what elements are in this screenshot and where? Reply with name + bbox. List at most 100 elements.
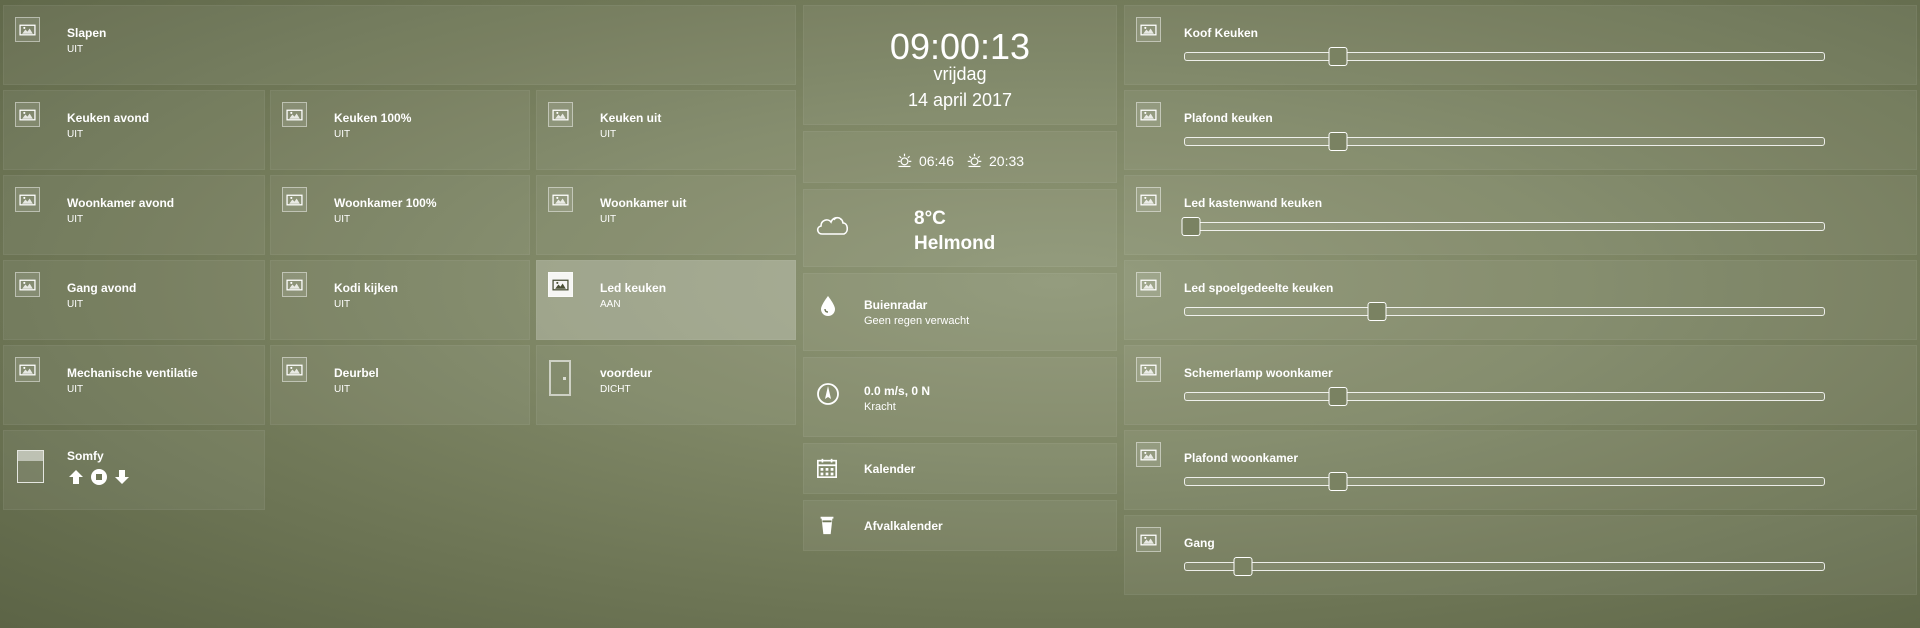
scene-tile-led-keuken[interactable]: Led keuken AAN <box>536 260 796 340</box>
scene-tile-deurbel[interactable]: Deurbel UIT <box>270 345 530 425</box>
dimmer-slider[interactable] <box>1184 472 1825 491</box>
dimmer-slider[interactable] <box>1184 132 1825 151</box>
dimmer-slider[interactable] <box>1184 387 1825 406</box>
scene-title: Mechanische ventilatie <box>67 366 198 380</box>
wind-title: 0.0 m/s, 0 N <box>864 384 931 398</box>
dimmer-icon <box>1136 272 1161 297</box>
scene-status: UIT <box>334 299 351 310</box>
scene-status: UIT <box>600 214 617 225</box>
dimmer-tile: Plafond woonkamer <box>1124 430 1917 510</box>
dimmer-slider-handle[interactable] <box>1328 472 1348 491</box>
clock-tile: 09:00:13 vrijdag 14 april 2017 <box>803 5 1117 125</box>
dimmer-slider-handle[interactable] <box>1181 217 1201 236</box>
calendar-tile[interactable]: Kalender <box>803 443 1117 494</box>
dimmer-slider[interactable] <box>1184 47 1825 66</box>
sunset-icon <box>966 152 983 169</box>
scene-icon <box>282 357 307 382</box>
dimmer-tile: Koof Keuken <box>1124 5 1917 85</box>
scene-status: UIT <box>67 299 84 310</box>
scene-tile-woonkamer-avond[interactable]: Woonkamer avond UIT <box>3 175 265 255</box>
door-title: voordeur <box>600 366 653 380</box>
waste-tile[interactable]: Afvalkalender <box>803 500 1117 551</box>
scene-tile-slapen[interactable]: Slapen UIT <box>3 5 796 85</box>
dimmer-title: Schemerlamp woonkamer <box>1184 366 1333 380</box>
compass-icon <box>817 383 839 405</box>
arrow-up-icon[interactable] <box>67 468 85 486</box>
scene-title: Kodi kijken <box>334 281 399 295</box>
scene-tile-woonkamer-uit[interactable]: Woonkamer uit UIT <box>536 175 796 255</box>
sunrise-icon <box>896 152 913 169</box>
dimmer-slider-handle[interactable] <box>1367 302 1387 321</box>
buienradar-tile[interactable]: Buienradar Geen regen verwacht <box>803 273 1117 351</box>
dimmer-icon <box>1136 17 1161 42</box>
dimmer-slider-handle[interactable] <box>1328 47 1348 66</box>
somfy-title: Somfy <box>67 449 104 463</box>
dimmer-title: Led kastenwand keuken <box>1184 196 1323 210</box>
scene-icon <box>282 272 307 297</box>
dimmer-title: Koof Keuken <box>1184 26 1259 40</box>
dimmer-icon <box>1136 102 1161 127</box>
scene-tile-kodi-kijken[interactable]: Kodi kijken UIT <box>270 260 530 340</box>
dimmer-slider[interactable] <box>1181 217 1825 236</box>
scene-title: Gang avond <box>67 281 137 295</box>
scene-icon <box>548 272 573 297</box>
scene-icon <box>15 17 40 42</box>
dimmer-icon <box>1136 442 1161 467</box>
scene-icon <box>282 102 307 127</box>
scene-tile-mechanische-ventilatie[interactable]: Mechanische ventilatie UIT <box>3 345 265 425</box>
scene-icon <box>15 357 40 382</box>
scene-status: UIT <box>67 214 84 225</box>
scene-tile-keuken-100[interactable]: Keuken 100% UIT <box>270 90 530 170</box>
cloud-icon <box>816 216 849 235</box>
scene-title: Woonkamer 100% <box>334 196 437 210</box>
waste-title: Afvalkalender <box>864 519 943 533</box>
scene-title: Keuken avond <box>67 111 150 125</box>
dimmer-slider-handle[interactable] <box>1328 132 1348 151</box>
scene-tile-gang-avond[interactable]: Gang avond UIT <box>3 260 265 340</box>
scene-title: Woonkamer uit <box>600 196 687 210</box>
clock-time: 09:00:13 <box>889 26 1031 67</box>
scene-icon <box>15 102 40 127</box>
trash-bin-icon <box>820 516 834 535</box>
stop-icon[interactable] <box>90 468 108 486</box>
scene-tile-keuken-avond[interactable]: Keuken avond UIT <box>3 90 265 170</box>
dimmer-slider[interactable] <box>1184 557 1825 576</box>
calendar-title: Kalender <box>864 462 916 476</box>
buienradar-sub: Geen regen verwacht <box>864 315 970 327</box>
sunrise-time: 06:46 <box>918 152 954 169</box>
somfy-controls <box>67 468 131 486</box>
dimmer-slider[interactable] <box>1184 302 1825 321</box>
weather-temperature: 8°C <box>914 208 946 229</box>
dimmer-tile: Led spoelgedeelte keuken <box>1124 260 1917 340</box>
weather-city: Helmond <box>914 233 996 254</box>
scene-icon <box>282 187 307 212</box>
dimmer-tile: Schemerlamp woonkamer <box>1124 345 1917 425</box>
sun-row: 06:46 20:33 <box>804 152 1116 169</box>
weather-tile[interactable]: 8°C Helmond <box>803 189 1117 267</box>
wind-tile: 0.0 m/s, 0 N Kracht <box>803 357 1117 437</box>
door-icon <box>549 360 571 396</box>
arrow-down-icon[interactable] <box>113 468 131 486</box>
sun-tile: 06:46 20:33 <box>803 131 1117 183</box>
scene-status: UIT <box>334 214 351 225</box>
scene-status: UIT <box>334 129 351 140</box>
dimmer-title: Led spoelgedeelte keuken <box>1184 281 1334 295</box>
scene-status: AAN <box>600 299 621 310</box>
scene-tile-keuken-uit[interactable]: Keuken uit UIT <box>536 90 796 170</box>
dimmer-title: Plafond keuken <box>1184 111 1273 125</box>
sunset-time: 20:33 <box>989 152 1025 169</box>
scene-status: UIT <box>67 44 84 55</box>
dimmer-icon <box>1136 527 1161 552</box>
scene-status: UIT <box>67 384 84 395</box>
scene-tile-woonkamer-100[interactable]: Woonkamer 100% UIT <box>270 175 530 255</box>
door-status: DICHT <box>600 384 631 395</box>
somfy-tile: Somfy <box>3 430 265 510</box>
scene-title: Woonkamer avond <box>67 196 175 210</box>
scene-icon <box>15 187 40 212</box>
door-tile-voordeur[interactable]: voordeur DICHT <box>536 345 796 425</box>
dimmer-title: Gang <box>1184 536 1215 550</box>
dimmer-slider-handle[interactable] <box>1233 557 1252 576</box>
dimmer-slider-handle[interactable] <box>1328 387 1348 406</box>
dimmer-title: Plafond woonkamer <box>1184 451 1299 465</box>
dimmer-tile: Gang <box>1124 515 1917 595</box>
